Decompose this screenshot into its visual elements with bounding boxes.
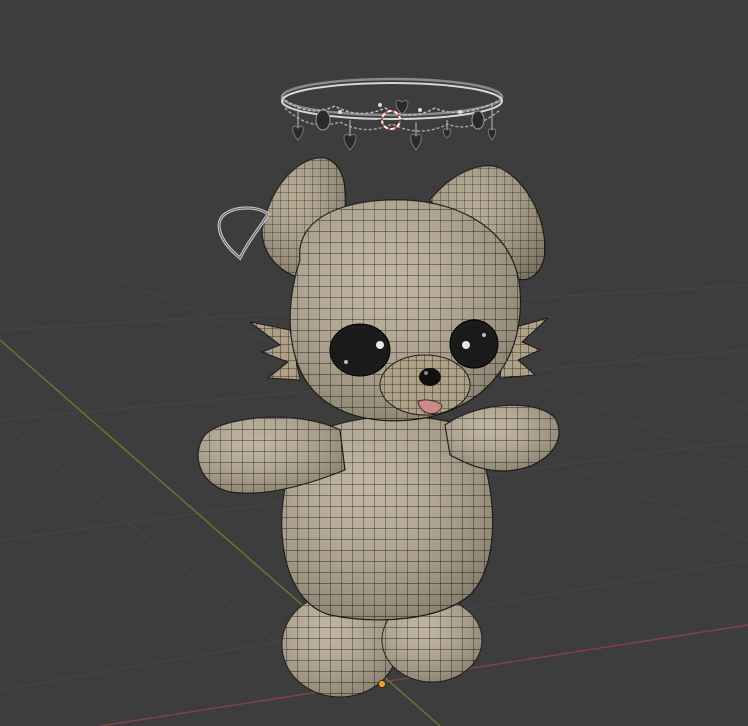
left-eye[interactable] <box>329 323 391 377</box>
nose[interactable] <box>419 368 441 386</box>
halo-ring-back <box>280 77 504 117</box>
halo-chain-top <box>284 99 501 116</box>
left-eye-highlight <box>376 341 384 349</box>
right-eye[interactable] <box>449 319 499 369</box>
halo-crown[interactable] <box>280 77 504 151</box>
right-eye-highlight <box>462 341 470 349</box>
halo-ring-front <box>281 82 503 120</box>
heart-clip-outline <box>218 207 269 259</box>
3d-viewport[interactable] <box>0 0 748 726</box>
viewport-canvas[interactable] <box>0 0 748 726</box>
origin-dot-icon[interactable] <box>378 680 386 688</box>
